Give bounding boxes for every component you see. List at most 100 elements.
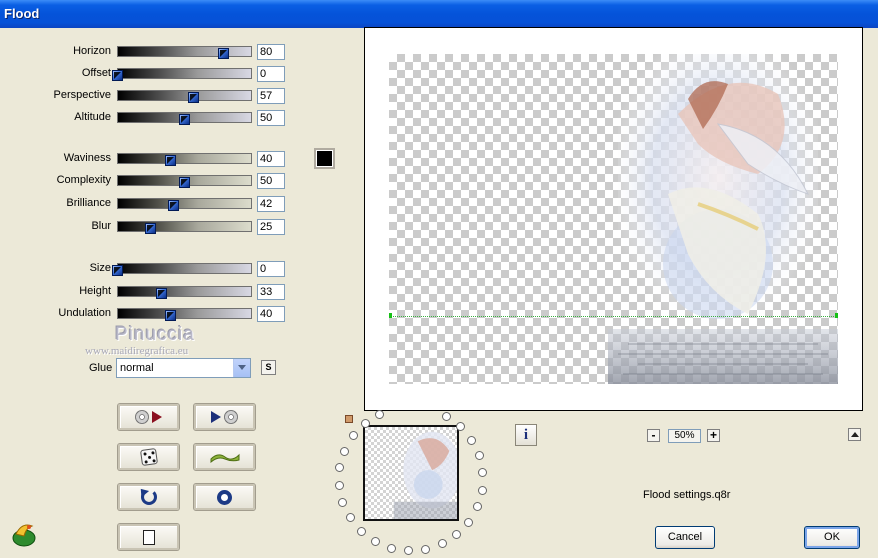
random-button[interactable] — [118, 444, 179, 470]
offset-slider-thumb[interactable] — [112, 70, 123, 81]
ok-button[interactable]: OK — [804, 526, 860, 549]
blur-slider[interactable] — [117, 221, 252, 234]
size-value-field[interactable]: 0 — [257, 261, 285, 277]
height-value-field[interactable]: 33 — [257, 284, 285, 300]
waviness-value-field[interactable]: 40 — [257, 151, 285, 167]
offset-slider[interactable] — [112, 68, 252, 81]
filter-logo-icon — [12, 524, 36, 547]
perspective-value-field[interactable]: 57 — [257, 88, 285, 104]
slider-row-perspective: Perspective 57 — [0, 88, 300, 104]
collapse-preview-button[interactable] — [848, 428, 861, 441]
reset-button[interactable] — [194, 484, 255, 510]
dice-icon — [139, 447, 158, 467]
play-blue-icon — [211, 411, 221, 423]
perspective-label: Perspective — [53, 89, 111, 101]
glue-selected-value: normal — [120, 362, 154, 374]
dial-dot[interactable] — [386, 543, 396, 553]
blur-value-field[interactable]: 25 — [257, 219, 285, 235]
altitude-value-field[interactable]: 50 — [257, 110, 285, 126]
complexity-value-field[interactable]: 50 — [257, 173, 285, 189]
slider-row-blur: Blur 25 — [0, 219, 300, 235]
horizon-slider-thumb[interactable] — [218, 48, 230, 59]
navigator-handle[interactable] — [345, 415, 353, 423]
chevron-down-icon[interactable] — [233, 359, 250, 377]
height-slider[interactable] — [117, 286, 252, 299]
cancel-button[interactable]: Cancel — [655, 526, 715, 549]
brilliance-value-field[interactable]: 42 — [257, 196, 285, 212]
preview-image — [608, 54, 838, 384]
undulation-value-field[interactable]: 40 — [257, 306, 285, 322]
preview-canvas[interactable] — [389, 54, 838, 384]
complexity-slider-thumb[interactable] — [178, 177, 190, 188]
dial-dot[interactable] — [360, 418, 370, 428]
watermark-name: Pinuccia — [115, 324, 195, 345]
complexity-label: Complexity — [56, 174, 111, 186]
blur-label: Blur — [91, 220, 111, 232]
s-button[interactable]: S — [261, 360, 276, 375]
dial-dot[interactable] — [370, 536, 380, 546]
undo-button[interactable] — [118, 484, 179, 510]
title-bar: Flood — [0, 0, 878, 28]
dial-dot[interactable] — [340, 446, 350, 456]
offset-label: Offset — [81, 67, 111, 79]
horizon-handle-left[interactable] — [389, 313, 392, 318]
copy-button[interactable] — [118, 524, 179, 550]
horizon-line — [389, 316, 838, 317]
dial-dot[interactable] — [467, 435, 477, 445]
glue-select[interactable]: normal — [116, 358, 251, 378]
waviness-slider-thumb[interactable] — [165, 155, 177, 166]
settings-filename: Flood settings.q8r — [643, 489, 731, 501]
waviness-slider[interactable] — [117, 153, 252, 166]
navigator-thumbnail[interactable] — [363, 425, 459, 521]
offset-value-field[interactable]: 0 — [257, 66, 285, 82]
altitude-label: Altitude — [74, 111, 111, 123]
size-slider-thumb[interactable] — [112, 265, 123, 276]
undo-icon — [140, 489, 157, 505]
info-button[interactable]: i — [515, 424, 537, 446]
wave-button[interactable] — [194, 444, 255, 470]
flood-color-swatch[interactable] — [314, 148, 335, 169]
size-slider[interactable] — [112, 263, 252, 276]
slider-row-height: Height 33 — [0, 284, 300, 300]
preview-panel[interactable] — [364, 27, 863, 411]
undulation-slider-thumb[interactable] — [165, 310, 177, 321]
dial-dot[interactable] — [477, 485, 487, 495]
dial-dot[interactable] — [375, 409, 385, 419]
dial-dot[interactable] — [356, 526, 366, 536]
dial-dot[interactable] — [334, 480, 344, 490]
horizon-handle-right[interactable] — [835, 313, 838, 318]
play-red-icon — [152, 411, 162, 423]
altitude-slider-thumb[interactable] — [178, 114, 190, 125]
save-preset-button[interactable] — [194, 404, 255, 430]
slider-row-offset: Offset 0 — [0, 66, 300, 82]
glue-label: Glue — [89, 362, 113, 374]
zoom-in-button[interactable]: + — [707, 429, 720, 442]
dial-dot[interactable] — [464, 517, 474, 527]
complexity-slider[interactable] — [117, 175, 252, 188]
dial-dot[interactable] — [345, 513, 355, 523]
waviness-label: Waviness — [63, 152, 111, 164]
undulation-label: Undulation — [58, 307, 111, 319]
brilliance-label: Brilliance — [66, 197, 111, 209]
watermark-url: www.maidiregrafica.eu — [85, 345, 189, 357]
slider-row-altitude: Altitude 50 — [0, 110, 300, 126]
perspective-slider[interactable] — [117, 90, 252, 103]
undulation-slider[interactable] — [117, 308, 252, 321]
horizon-value-field[interactable]: 80 — [257, 44, 285, 60]
blur-slider-thumb[interactable] — [145, 223, 157, 234]
zoom-out-button[interactable]: - — [647, 429, 660, 442]
slider-row-complexity: Complexity 50 — [0, 173, 300, 189]
perspective-slider-thumb[interactable] — [187, 92, 199, 103]
dial-dot[interactable] — [338, 497, 348, 507]
height-slider-thumb[interactable] — [155, 288, 167, 299]
brilliance-slider-thumb[interactable] — [167, 200, 179, 211]
load-preset-button[interactable] — [118, 404, 179, 430]
altitude-slider[interactable] — [117, 112, 252, 125]
slider-row-waviness: Waviness 40 — [0, 151, 300, 167]
horizon-slider[interactable] — [117, 46, 252, 59]
horizon-label: Horizon — [73, 45, 111, 57]
brilliance-slider[interactable] — [117, 198, 252, 211]
wave-icon — [210, 453, 239, 463]
copy-icon — [139, 529, 155, 549]
reset-ring-icon — [217, 489, 232, 505]
